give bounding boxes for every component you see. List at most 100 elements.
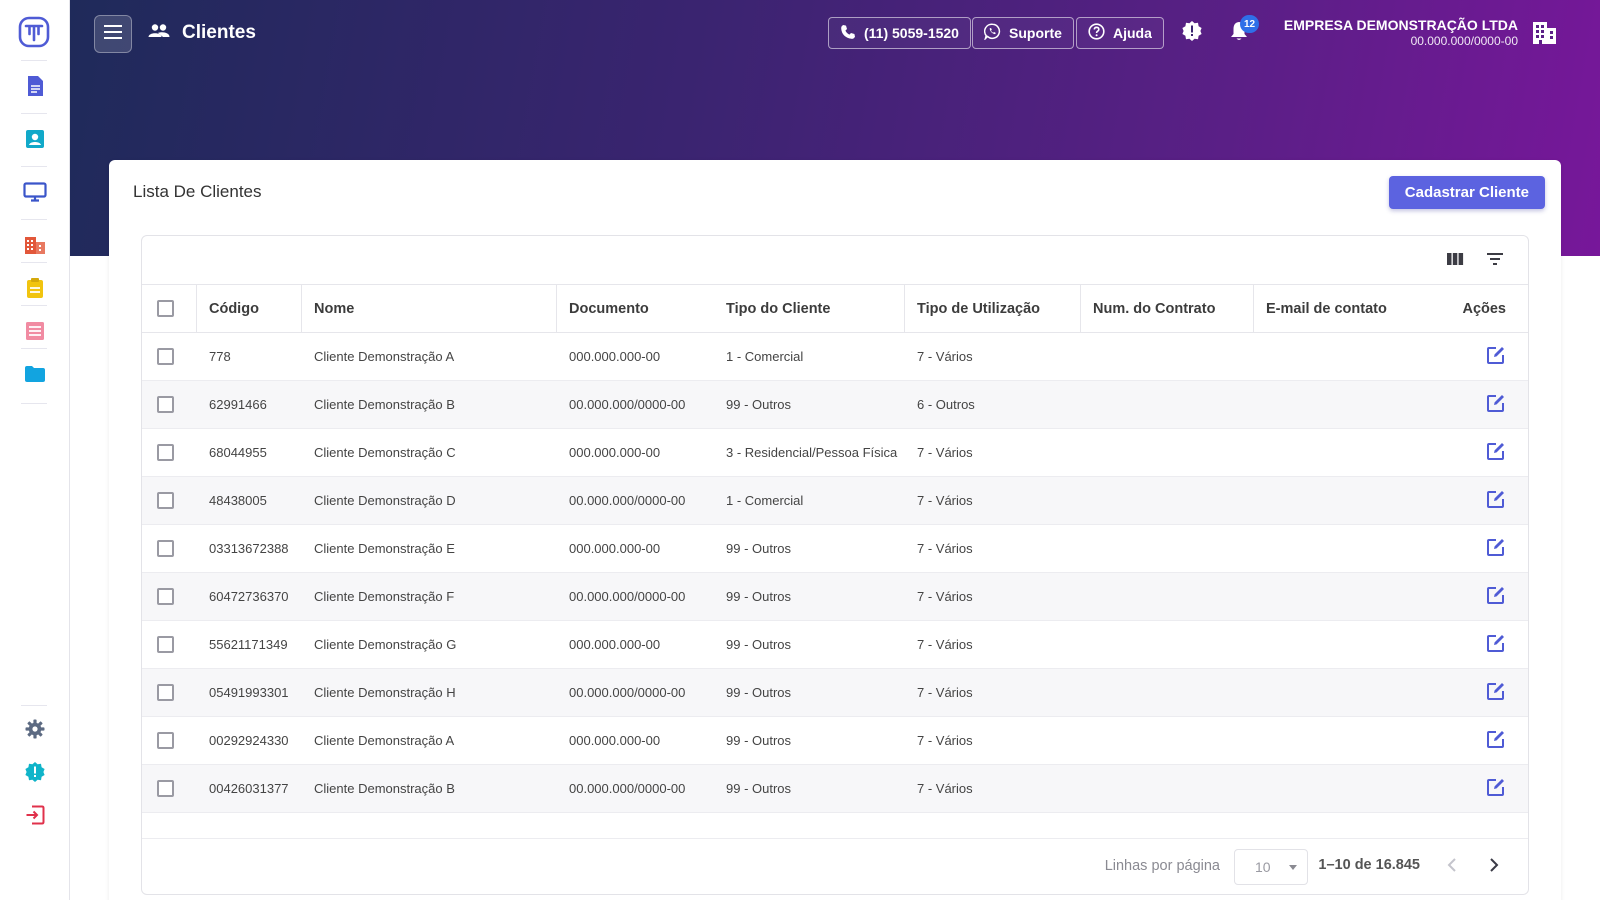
edit-icon[interactable] xyxy=(1486,681,1506,701)
row-checkbox[interactable] xyxy=(157,732,174,750)
cell-codigo: 778 xyxy=(197,332,302,381)
hamburger-menu-icon xyxy=(104,24,122,44)
row-select-cell xyxy=(142,572,197,621)
next-page-button[interactable] xyxy=(1482,855,1506,879)
sidebar-divider xyxy=(21,705,47,706)
cell-codigo: 68044955 xyxy=(197,428,302,477)
table-row[interactable]: 00426031377 Cliente Demonstração B 00.000.… xyxy=(142,764,1528,813)
sidebar-item-alerts[interactable] xyxy=(15,757,55,791)
column-header-documento[interactable]: Documento xyxy=(557,284,714,333)
table-row[interactable]: 03313672388 Cliente Demonstração E 000.000… xyxy=(142,524,1528,573)
cell-email xyxy=(1254,380,1414,429)
columns-button[interactable] xyxy=(1444,250,1466,272)
table-row[interactable]: 48438005 Cliente Demonstração D 00.000.000… xyxy=(142,476,1528,525)
row-checkbox[interactable] xyxy=(157,780,174,798)
table-row[interactable]: 68044955 Cliente Demonstração C 000.000.00… xyxy=(142,428,1528,477)
column-header-codigo[interactable]: Código xyxy=(197,284,302,334)
menu-toggle-button[interactable] xyxy=(94,15,132,53)
card-title: Lista De Clientes xyxy=(133,182,262,201)
help-circle-icon xyxy=(1088,23,1105,43)
filter-lines-icon xyxy=(1486,252,1504,271)
page-title: Clientes xyxy=(182,22,256,43)
cell-tipo-cliente: 99 - Outros xyxy=(714,716,905,765)
phone-button[interactable]: (11) 5059-1520 xyxy=(828,17,971,49)
grid-toolbar xyxy=(1444,250,1506,272)
row-checkbox[interactable] xyxy=(157,684,174,702)
pagination-bar: Linhas por página 10 1–10 de 16.845 xyxy=(142,838,1528,894)
clients-card: Lista De Clientes Cadastrar Cliente Códi… xyxy=(109,160,1561,900)
row-checkbox[interactable] xyxy=(157,636,174,654)
table-row[interactable]: 00292924330 Cliente Demonstração A 000.000… xyxy=(142,716,1528,765)
row-select-cell xyxy=(142,524,197,573)
cell-codigo: 05491993301 xyxy=(197,668,302,717)
alerts-button[interactable] xyxy=(1177,18,1207,48)
company-name: EMPRESA DEMONSTRAÇÃO LTDA xyxy=(1283,17,1518,33)
edit-icon[interactable] xyxy=(1486,729,1506,749)
top-bar: Clientes (11) 5059-1520 Suporte Ajuda 12… xyxy=(70,0,1600,68)
table-row[interactable]: 05491993301 Cliente Demonstração H 00.000.… xyxy=(142,668,1528,717)
sidebar-item-monitor[interactable] xyxy=(15,177,55,211)
cell-nome: Cliente Demonstração E xyxy=(302,524,557,573)
cell-email xyxy=(1254,620,1414,669)
add-client-button[interactable]: Cadastrar Cliente xyxy=(1388,176,1545,209)
filter-button[interactable] xyxy=(1484,250,1506,272)
sidebar-item-clipboard[interactable] xyxy=(15,273,55,307)
help-button[interactable]: Ajuda xyxy=(1076,17,1164,49)
cell-contrato xyxy=(1081,476,1254,525)
table-row[interactable]: 55621171349 Cliente Demonstração G 000.000… xyxy=(142,620,1528,669)
clipboard-icon xyxy=(26,277,44,304)
table-row[interactable]: 60472736370 Cliente Demonstração F 00.000.… xyxy=(142,572,1528,621)
edit-icon[interactable] xyxy=(1486,777,1506,797)
sidebar-item-clients[interactable] xyxy=(15,124,55,158)
select-all-cell xyxy=(142,284,197,334)
support-button[interactable]: Suporte xyxy=(972,17,1074,49)
select-all-checkbox[interactable] xyxy=(157,300,174,317)
company-building-icon[interactable] xyxy=(1530,18,1558,51)
notification-count-badge: 12 xyxy=(1240,15,1260,33)
edit-icon[interactable] xyxy=(1486,489,1506,509)
row-actions-cell xyxy=(1414,716,1528,765)
cell-contrato xyxy=(1081,716,1254,765)
sidebar-item-documents[interactable] xyxy=(15,71,55,105)
document-icon xyxy=(25,75,45,102)
rows-per-page-select[interactable]: 10 xyxy=(1234,849,1308,885)
edit-icon[interactable] xyxy=(1486,633,1506,653)
column-header-tipo-utilizacao[interactable]: Tipo de Utilização xyxy=(905,284,1081,334)
column-header-tipo-cliente[interactable]: Tipo do Cliente xyxy=(714,284,905,334)
sidebar-item-folders[interactable] xyxy=(15,359,55,393)
edit-icon[interactable] xyxy=(1486,441,1506,461)
column-header-nome[interactable]: Nome xyxy=(302,284,557,334)
row-checkbox[interactable] xyxy=(157,492,174,510)
sidebar-item-settings[interactable] xyxy=(15,714,55,748)
cell-tipo-utilizacao: 7 - Vários xyxy=(905,524,1081,573)
tecnospeed-logo-icon[interactable] xyxy=(18,16,50,48)
edit-icon[interactable] xyxy=(1486,585,1506,605)
edit-icon[interactable] xyxy=(1486,393,1506,413)
column-header-email[interactable]: E-mail de contato xyxy=(1254,284,1414,333)
company-info: EMPRESA DEMONSTRAÇÃO LTDA 00.000.000/000… xyxy=(1284,17,1518,48)
clients-table: Código Nome Documento Tipo do Cliente Ti… xyxy=(142,284,1528,813)
row-select-cell xyxy=(142,716,197,765)
sidebar-item-companies[interactable] xyxy=(15,230,55,264)
table-row[interactable]: 778 Cliente Demonstração A 000.000.000-00 1… xyxy=(142,332,1528,381)
previous-page-button[interactable] xyxy=(1440,855,1464,879)
notifications-button[interactable]: 12 xyxy=(1224,15,1260,48)
column-header-contrato[interactable]: Num. do Contrato xyxy=(1081,284,1254,334)
table-row[interactable]: 62991466 Cliente Demonstração B 00.000.000… xyxy=(142,380,1528,429)
row-checkbox[interactable] xyxy=(157,396,174,414)
edit-icon[interactable] xyxy=(1486,345,1506,365)
cell-contrato xyxy=(1081,764,1254,813)
edit-icon[interactable] xyxy=(1486,537,1506,557)
row-checkbox[interactable] xyxy=(157,588,174,606)
cell-contrato xyxy=(1081,380,1254,429)
alert-badge-icon xyxy=(1181,20,1203,47)
cell-tipo-utilizacao: 7 - Vários xyxy=(905,764,1081,813)
sidebar-divider xyxy=(21,113,47,114)
folder-icon xyxy=(24,365,46,388)
row-checkbox[interactable] xyxy=(157,348,174,366)
row-select-cell xyxy=(142,476,197,525)
row-checkbox[interactable] xyxy=(157,444,174,462)
sidebar-item-logout[interactable] xyxy=(15,800,55,834)
row-checkbox[interactable] xyxy=(157,540,174,558)
sidebar-item-list[interactable] xyxy=(15,316,55,350)
